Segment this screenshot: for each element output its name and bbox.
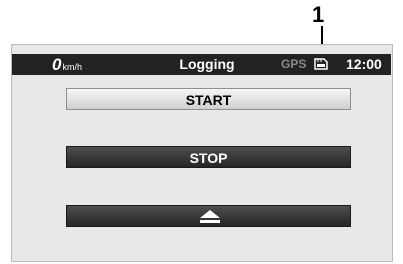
screen-title: Logging	[179, 56, 235, 72]
clock: 12:00	[346, 56, 382, 72]
status-bar: 0km/h Logging GPS 12:00	[12, 54, 391, 75]
stop-button[interactable]: STOP	[66, 146, 351, 168]
speed-unit: km/h	[62, 62, 82, 72]
memory-card-icon	[314, 58, 328, 70]
eject-button[interactable]	[66, 205, 351, 227]
speed-value: 0	[52, 55, 62, 74]
callout-number: 1	[312, 2, 325, 27]
gps-indicator: GPS	[281, 57, 307, 71]
eject-icon	[200, 210, 220, 223]
start-button[interactable]: START	[66, 88, 351, 110]
speed-readout: 0km/h	[52, 54, 82, 75]
